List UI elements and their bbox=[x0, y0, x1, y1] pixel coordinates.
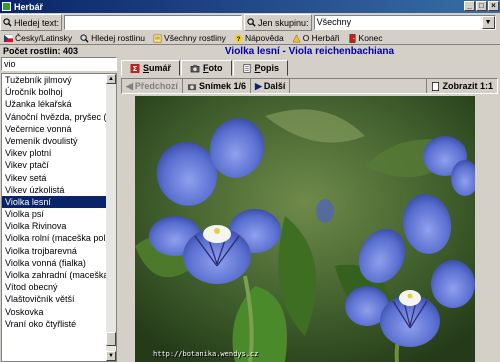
search-text-label: Hledej text: bbox=[14, 17, 60, 28]
toolbar: Česky/Latinsky Hledej rostlinu Všechny r… bbox=[0, 32, 500, 45]
scroll-up-icon[interactable]: ▲ bbox=[106, 74, 116, 84]
violet-photo-image bbox=[135, 96, 475, 362]
toolbar-label: Česky/Latinsky bbox=[15, 33, 73, 43]
list-item[interactable]: Violka rolní (maceška pol bbox=[2, 232, 107, 244]
search-icon bbox=[3, 18, 12, 27]
title-bar: Herbář _ □ × bbox=[0, 0, 500, 13]
list-item[interactable]: Violka lesní bbox=[2, 195, 107, 209]
next-button[interactable]: ▶ Další bbox=[251, 79, 291, 93]
search-input[interactable] bbox=[64, 15, 243, 30]
window-title: Herbář bbox=[14, 1, 44, 12]
tab-photo[interactable]: Foto bbox=[181, 60, 232, 76]
tab-label: Sumář bbox=[143, 63, 172, 73]
svg-text:Σ: Σ bbox=[133, 64, 138, 73]
toolbar-search-plant[interactable]: Hledej rostlinu bbox=[76, 32, 149, 44]
list-item[interactable]: Violka trojbarevná bbox=[2, 245, 107, 257]
group-select-value: Všechny bbox=[316, 17, 352, 27]
list-item[interactable]: Úročník bolhoj bbox=[2, 86, 107, 98]
tab-summary[interactable]: Σ Sumář bbox=[121, 60, 181, 76]
search-icon bbox=[80, 33, 89, 43]
zoom-button[interactable]: Zobrazit 1:1 bbox=[426, 79, 497, 93]
list-item[interactable]: Tužebník jilmový bbox=[2, 74, 107, 86]
sigma-icon: Σ bbox=[130, 63, 140, 73]
list-item[interactable]: Vlaštovičník větší bbox=[2, 293, 107, 305]
arrow-right-icon: ▶ bbox=[254, 80, 262, 91]
flag-icon bbox=[4, 34, 13, 42]
group-select[interactable]: Všechny ▼ bbox=[313, 15, 496, 30]
window-controls: _ □ × bbox=[464, 1, 499, 11]
list-item[interactable]: Užanka lékařská bbox=[2, 98, 107, 110]
scroll-down-icon[interactable]: ▼ bbox=[106, 351, 116, 361]
list-item[interactable]: Vánoční hvězda, pryšec ( bbox=[2, 111, 107, 123]
plant-list-panel: Počet rostlin: 403 Tužebník jilmovýÚročn… bbox=[0, 45, 118, 362]
svg-text:?: ? bbox=[237, 36, 241, 43]
photo-navigation: ◀ Předchozí Snímek 1/6 ▶ Další Zobrazit … bbox=[121, 78, 498, 94]
list-item[interactable]: Violka vonná (fialka) bbox=[2, 257, 107, 269]
plant-filter-input[interactable] bbox=[1, 57, 117, 71]
arrow-left-icon: ◀ bbox=[126, 80, 133, 91]
group-filter-button[interactable]: Jen skupinu: bbox=[244, 14, 312, 31]
plant-detail-panel: Violka lesní - Viola reichenbachiana Σ S… bbox=[119, 45, 500, 362]
document-icon bbox=[243, 63, 250, 73]
toolbar-czech-latin[interactable]: Česky/Latinsky bbox=[0, 32, 76, 44]
group-filter-label: Jen skupinu: bbox=[258, 17, 309, 28]
list-item[interactable]: Vikev ptačí bbox=[2, 159, 107, 171]
list-scrollbar[interactable]: ▲ ▼ bbox=[106, 74, 116, 361]
photo-counter-label: Snímek 1/6 bbox=[198, 81, 246, 91]
chevron-down-icon[interactable]: ▼ bbox=[481, 16, 495, 29]
list-item[interactable]: Vikev setá bbox=[2, 172, 107, 184]
toolbar-label: Všechny rostliny bbox=[164, 33, 226, 43]
close-button[interactable]: × bbox=[488, 1, 499, 11]
plant-photo: http://botanika.wendys.cz bbox=[135, 96, 475, 362]
next-label: Další bbox=[263, 81, 286, 91]
list-item[interactable]: Večernice vonná bbox=[2, 123, 107, 135]
list-item[interactable]: Vemeník dvoulistý bbox=[2, 135, 107, 147]
tab-label: Foto bbox=[203, 63, 223, 73]
toolbar-exit[interactable]: Konec bbox=[344, 32, 387, 44]
tab-label: Popis bbox=[254, 63, 280, 73]
info-icon bbox=[292, 33, 301, 42]
toolbar-label: Hledej rostlinu bbox=[91, 33, 146, 43]
minimize-button[interactable]: _ bbox=[464, 1, 475, 11]
list-item[interactable]: Voskovka bbox=[2, 306, 107, 318]
document-icon bbox=[432, 81, 440, 91]
plant-list[interactable]: Tužebník jilmový Úročník bolhoj Užanka lék… bbox=[1, 73, 117, 362]
camera-icon bbox=[190, 64, 200, 72]
photo-url-caption: http://botanika.wendys.cz bbox=[153, 350, 259, 358]
detail-tabs: Σ Sumář Foto Popis bbox=[121, 60, 289, 76]
camera-icon bbox=[187, 83, 196, 90]
previous-label: Předchozí bbox=[134, 81, 178, 91]
search-row: Hledej text: Jen skupinu: Všechny ▼ bbox=[0, 13, 500, 32]
list-item[interactable]: Violka zahradní (maceška bbox=[2, 269, 107, 281]
app-icon bbox=[2, 2, 11, 11]
photo-counter: Snímek 1/6 bbox=[183, 79, 251, 93]
list-item[interactable]: Vikev plotní bbox=[2, 147, 107, 159]
list-item[interactable]: Violka psí bbox=[2, 208, 107, 220]
list-icon bbox=[153, 34, 162, 42]
toolbar-help[interactable]: ? Nápověda bbox=[230, 32, 288, 44]
scroll-thumb[interactable] bbox=[106, 332, 116, 346]
list-item[interactable]: Vítod obecný bbox=[2, 281, 107, 293]
search-text-button[interactable]: Hledej text: bbox=[0, 14, 63, 31]
list-item[interactable]: Violka Rivinova bbox=[2, 220, 107, 232]
toolbar-all-plants[interactable]: Všechny rostliny bbox=[149, 32, 230, 44]
exit-icon bbox=[349, 33, 355, 43]
toolbar-label: Nápověda bbox=[244, 33, 284, 43]
help-icon: ? bbox=[234, 33, 243, 43]
previous-button[interactable]: ◀ Předchozí bbox=[122, 79, 183, 93]
search-icon bbox=[247, 18, 256, 27]
toolbar-label: Konec bbox=[358, 33, 383, 43]
toolbar-label: O Herbáři bbox=[302, 33, 340, 43]
toolbar-about[interactable]: O Herbáři bbox=[288, 32, 344, 44]
plant-count: Počet rostlin: 403 bbox=[3, 46, 79, 56]
tab-description[interactable]: Popis bbox=[232, 60, 289, 76]
zoom-label: Zobrazit 1:1 bbox=[442, 81, 493, 91]
list-item[interactable]: Vikev úzkolistá bbox=[2, 184, 107, 196]
maximize-button[interactable]: □ bbox=[476, 1, 487, 11]
plant-title: Violka lesní - Viola reichenbachiana bbox=[224, 46, 395, 57]
list-item[interactable]: Vraní oko čtyřlisté bbox=[2, 318, 107, 330]
